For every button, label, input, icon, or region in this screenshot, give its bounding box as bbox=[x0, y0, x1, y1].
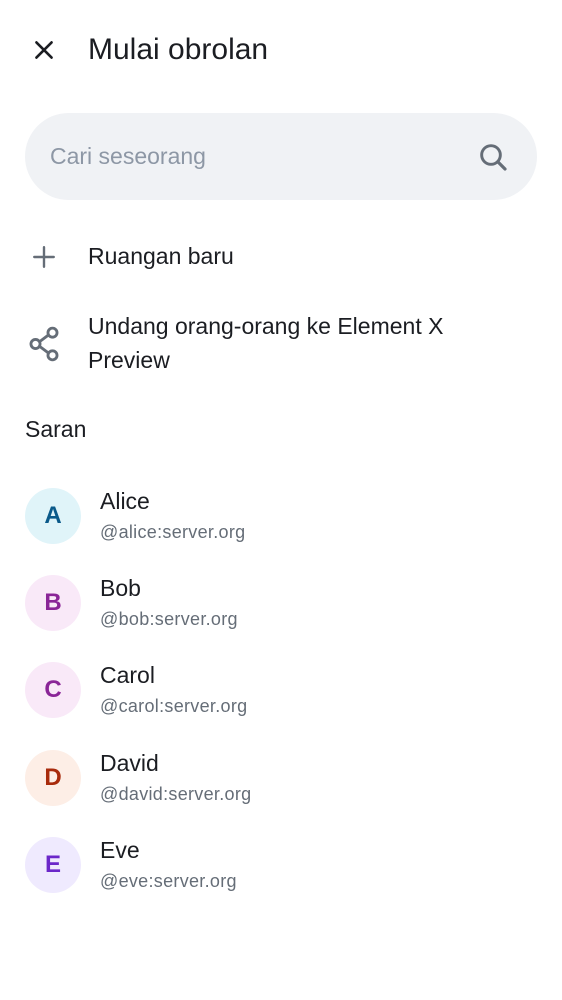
avatar: E bbox=[25, 837, 81, 893]
contact-id: @alice:server.org bbox=[100, 522, 246, 542]
new-room-label: Ruangan baru bbox=[88, 243, 234, 269]
search-icon[interactable] bbox=[477, 141, 509, 173]
contact-id: @carol:server.org bbox=[100, 696, 248, 716]
contact-name: Alice bbox=[100, 488, 150, 514]
invite-label-line1: Undang orang-orang ke Element X bbox=[88, 313, 444, 339]
contact-name: David bbox=[100, 750, 159, 776]
contact-row-carol[interactable]: C Carol @carol:server.org bbox=[0, 648, 562, 734]
contact-id: @bob:server.org bbox=[100, 609, 238, 629]
close-button[interactable] bbox=[20, 26, 68, 74]
share-icon bbox=[24, 324, 64, 364]
avatar: A bbox=[25, 488, 81, 544]
new-room-item[interactable]: Ruangan baru bbox=[0, 230, 562, 284]
close-icon bbox=[35, 41, 53, 59]
contact-row-alice[interactable]: A Alice @alice:server.org bbox=[0, 474, 562, 560]
top-app-bar: Mulai obrolan bbox=[0, 0, 562, 100]
page-title: Mulai obrolan bbox=[88, 33, 269, 66]
contact-row-eve[interactable]: E Eve @eve:server.org bbox=[0, 823, 562, 909]
contact-row-david[interactable]: D David @david:server.org bbox=[0, 736, 562, 822]
contact-id: @david:server.org bbox=[100, 784, 252, 804]
avatar: B bbox=[25, 575, 81, 631]
contact-name: Eve bbox=[100, 837, 140, 863]
search-bar[interactable] bbox=[25, 113, 537, 200]
contact-id: @eve:server.org bbox=[100, 871, 237, 891]
avatar: C bbox=[25, 662, 81, 718]
contact-row-bob[interactable]: B Bob @bob:server.org bbox=[0, 561, 562, 647]
suggestions-heading: Saran bbox=[25, 416, 87, 442]
invite-people-item[interactable]: Undang orang-orang ke Element X Preview bbox=[0, 308, 562, 382]
avatar: D bbox=[25, 750, 81, 806]
contact-name: Bob bbox=[100, 575, 141, 601]
plus-icon bbox=[24, 237, 64, 277]
invite-label-line2: Preview bbox=[88, 347, 170, 373]
search-input[interactable] bbox=[50, 113, 470, 200]
contact-name: Carol bbox=[100, 662, 155, 688]
